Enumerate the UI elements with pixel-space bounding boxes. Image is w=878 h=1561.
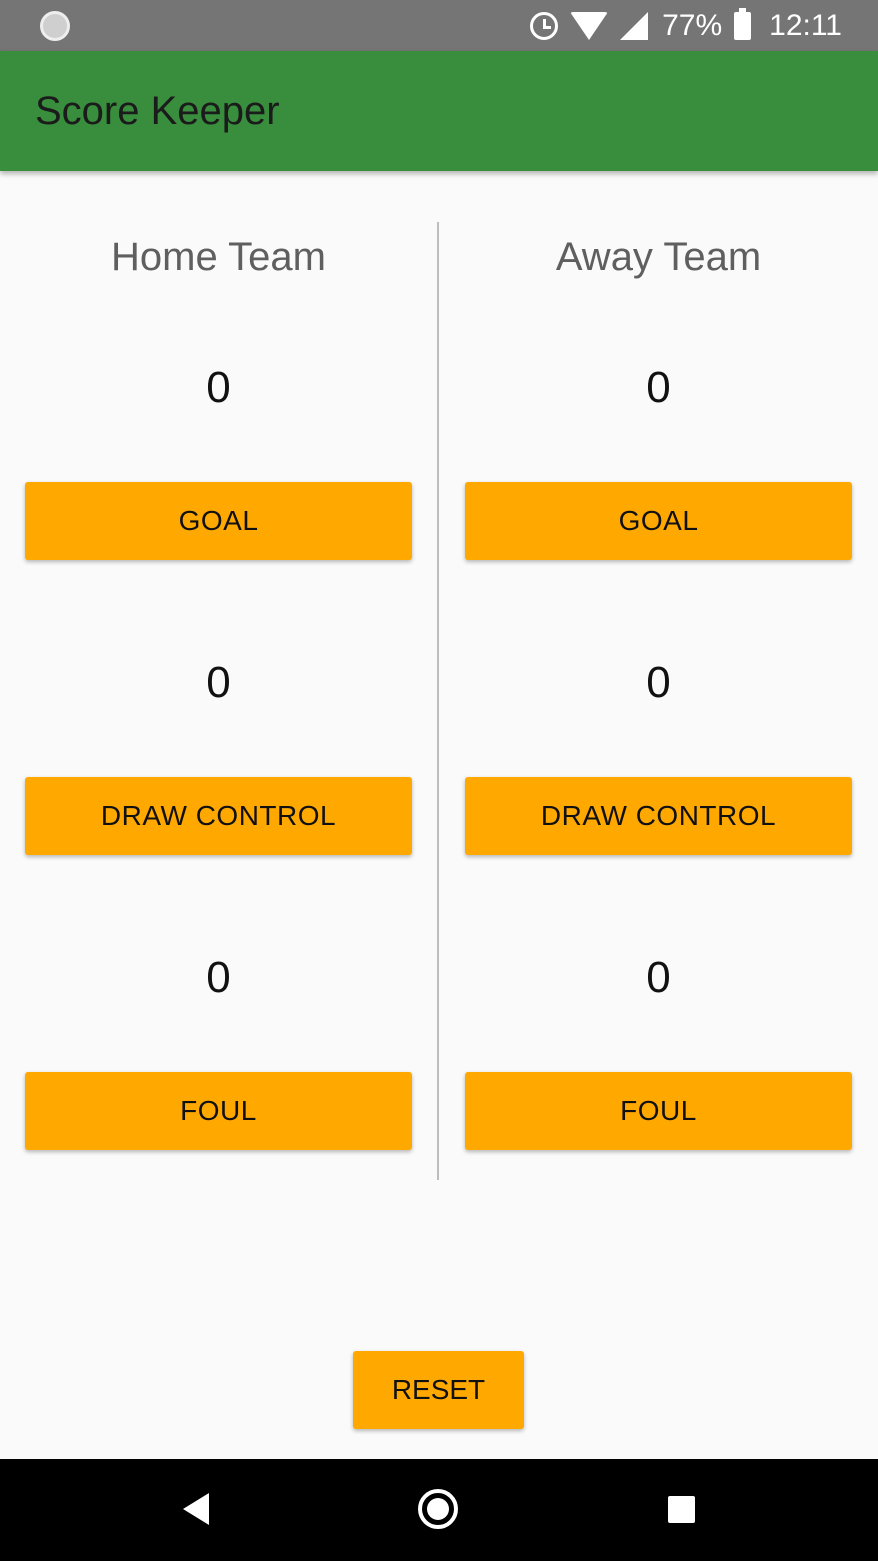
back-icon[interactable]	[183, 1493, 209, 1525]
clock: 12:11	[769, 8, 842, 42]
away-goal-button[interactable]: GOAL	[465, 482, 852, 560]
reset-button[interactable]: RESET	[353, 1351, 524, 1429]
home-goal-button[interactable]: GOAL	[25, 482, 412, 560]
away-draw-control-score: 0	[646, 658, 671, 707]
sync-icon	[40, 11, 70, 41]
home-draw-control-score: 0	[206, 658, 231, 707]
column-divider	[437, 222, 439, 1180]
home-fouls-score: 0	[206, 953, 231, 1002]
home-icon[interactable]	[418, 1489, 458, 1529]
home-draw-control-button[interactable]: DRAW CONTROL	[25, 777, 412, 855]
away-goals-score: 0	[646, 363, 671, 412]
app-title: Score Keeper	[35, 89, 280, 133]
away-draw-control-button[interactable]: DRAW CONTROL	[465, 777, 852, 855]
navigation-bar	[0, 1459, 878, 1561]
home-foul-button[interactable]: FOUL	[25, 1072, 412, 1150]
away-fouls-score: 0	[646, 953, 671, 1002]
wifi-icon	[570, 11, 609, 40]
alarm-icon	[530, 11, 559, 40]
away-team-name: Away Team	[555, 235, 762, 279]
cell-signal-icon	[620, 11, 649, 40]
away-foul-button[interactable]: FOUL	[465, 1072, 852, 1150]
status-icons: 77% 12:11	[518, 0, 842, 51]
home-team-name: Home Team	[111, 235, 326, 279]
home-goals-score: 0	[206, 363, 231, 412]
app-bar: Score Keeper	[0, 51, 878, 171]
battery-charging-icon	[734, 7, 752, 40]
status-bar: 77% 12:11	[0, 0, 878, 51]
battery-percent: 77%	[662, 8, 723, 42]
recents-icon[interactable]	[668, 1496, 695, 1523]
